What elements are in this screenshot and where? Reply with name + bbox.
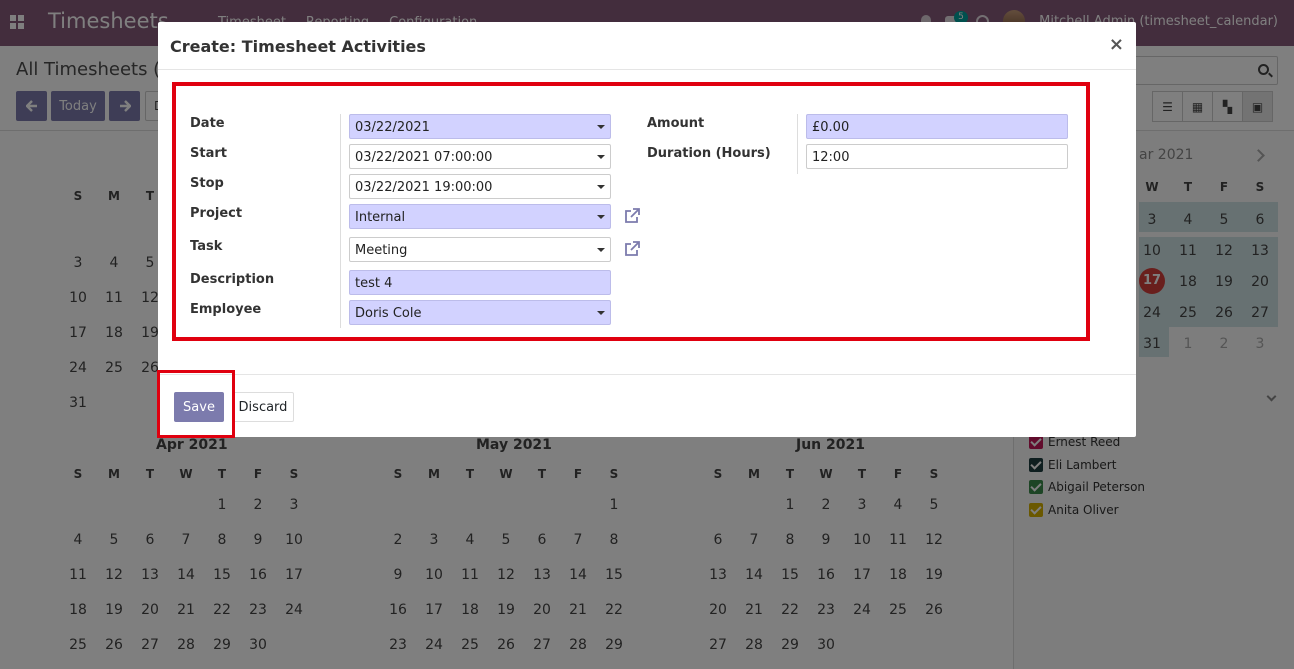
close-icon[interactable]: ×	[1109, 34, 1124, 55]
discard-button[interactable]: Discard	[232, 392, 294, 422]
highlight-form-box	[172, 82, 1090, 341]
dialog-header: Create: Timesheet Activities ×	[158, 22, 1136, 70]
highlight-save-box	[157, 370, 235, 438]
dialog-title: Create: Timesheet Activities	[170, 37, 426, 56]
dialog-footer: Save Discard	[158, 374, 1136, 437]
